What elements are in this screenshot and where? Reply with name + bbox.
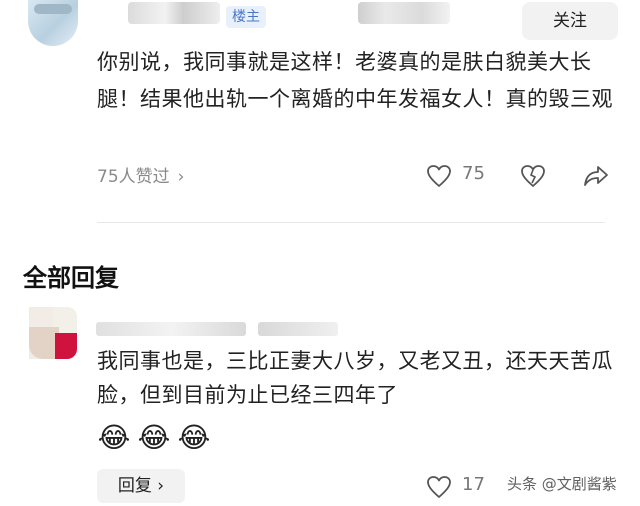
likers-label: 75人赞过	[97, 167, 170, 187]
like-count: 17	[462, 474, 485, 495]
reply-text: 我同事也是，三比正妻大八岁，又老又丑，还天天苦瓜脸，但到目前为止已经三四年了	[97, 349, 613, 407]
laughing-crying-emoji: 😂	[177, 421, 211, 454]
reply-button[interactable]: 回复 ›	[97, 469, 185, 503]
share-icon[interactable]	[582, 163, 610, 189]
heart-icon[interactable]	[426, 475, 452, 499]
watermark: 头条 @文剧酱紫	[507, 475, 617, 493]
dislike-heart-icon[interactable]	[520, 164, 546, 188]
reply-label: 回复	[117, 476, 152, 496]
likers-link[interactable]: 75人赞过 ›	[97, 162, 184, 187]
divider	[97, 222, 605, 223]
username-blurred[interactable]	[128, 2, 220, 24]
chevron-right-icon: ›	[157, 476, 165, 496]
heart-icon[interactable]	[426, 164, 452, 188]
follow-button[interactable]: 关注	[522, 2, 618, 40]
like-count: 75	[462, 163, 485, 184]
username-blurred[interactable]	[96, 322, 246, 336]
laughing-crying-emoji: 😂	[137, 421, 171, 454]
timestamp-blurred	[358, 2, 450, 24]
author-badge: 楼主	[226, 6, 266, 28]
emoji-row: 😂 😂 😂	[97, 421, 217, 455]
reply-meta-blurred	[258, 322, 338, 336]
comment-text: 你别说，我同事就是这样！老婆真的是肤白貌美大长腿！结果他出轨一个离婚的中年发福女…	[97, 50, 613, 111]
avatar[interactable]	[28, 0, 78, 46]
avatar[interactable]	[29, 307, 77, 359]
chevron-right-icon: ›	[177, 167, 185, 187]
laughing-crying-emoji: 😂	[97, 421, 131, 454]
section-title: 全部回复	[23, 264, 119, 292]
